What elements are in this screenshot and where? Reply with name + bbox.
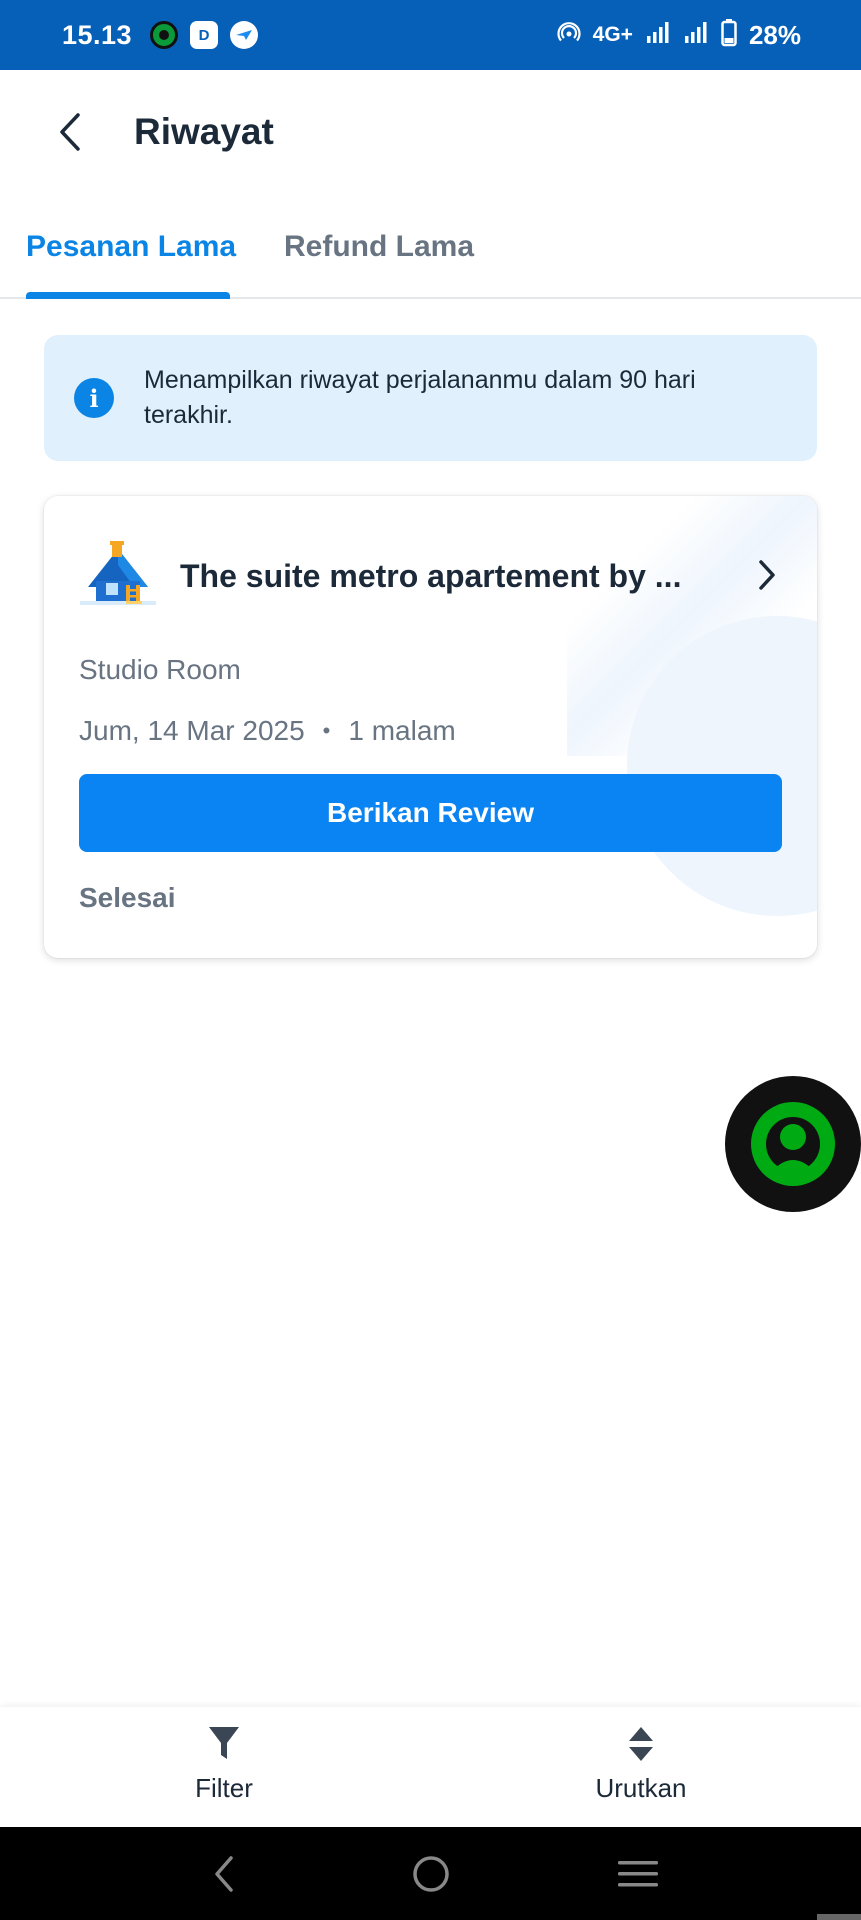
card-decoration-stripe [567, 496, 817, 756]
signal-icon [645, 21, 671, 50]
room-type: Studio Room [79, 654, 241, 685]
tab-refund-lama[interactable]: Refund Lama [284, 230, 474, 264]
home-circle-icon [412, 1855, 449, 1892]
booking-status: Selesai [79, 882, 176, 913]
filter-button[interactable]: Filter [134, 1725, 314, 1804]
hotel-name: The suite metro apartement by ... [180, 557, 682, 594]
hotspot-icon [557, 21, 581, 50]
chevron-right-icon[interactable] [756, 558, 778, 592]
tab-bar: Pesanan Lama Refund Lama [0, 210, 861, 299]
stay-date-row: Jum, 14 Mar 2025 • 1 malam [79, 715, 456, 747]
sort-button[interactable]: Urutkan [551, 1725, 731, 1804]
status-bar: 15.13 D 4G+ 28% [0, 0, 861, 70]
signal-icon-2 [683, 21, 709, 50]
gojek-icon [150, 21, 179, 49]
info-text: Menampilkan riwayat perjalananmu dalam 9… [144, 366, 696, 429]
system-nav-bar [0, 1827, 861, 1920]
gojek-icon [751, 1102, 835, 1186]
sort-label: Urutkan [595, 1773, 687, 1803]
app-header: Riwayat [0, 70, 861, 194]
filter-icon [209, 1727, 239, 1759]
booking-card[interactable]: The suite metro apartement by ... Studio… [44, 496, 817, 958]
dana-icon: D [190, 21, 219, 49]
page-title: Riwayat [134, 111, 274, 152]
chevron-left-icon [60, 113, 80, 151]
hotel-icon [80, 541, 156, 605]
status-time: 15.13 [62, 19, 133, 50]
status-left: 15.13 D [62, 19, 259, 51]
card-header[interactable]: The suite metro apartement by ... [78, 536, 798, 616]
chevron-left-icon [214, 1855, 233, 1892]
nav-corner-indicator [817, 1914, 861, 1920]
filter-label: Filter [195, 1773, 253, 1803]
network-type: 4G+ [592, 23, 633, 46]
sort-icon [629, 1727, 653, 1761]
info-banner: i Menampilkan riwayat perjalananmu dalam… [44, 335, 817, 461]
stay-duration: 1 malam [348, 715, 456, 746]
separator-dot: • [322, 718, 331, 743]
system-back-button[interactable] [189, 1839, 259, 1909]
traveloka-icon [230, 21, 259, 49]
battery-icon [721, 18, 737, 52]
system-recents-button[interactable] [603, 1839, 673, 1909]
check-in-date: Jum, 14 Mar 2025 [79, 715, 305, 746]
history-screen: 15.13 D 4G+ 28% Riwayat Pesanan Lama Ref… [0, 0, 861, 1920]
info-icon: i [74, 378, 114, 418]
menu-icon [617, 1860, 658, 1886]
gojek-floating-bubble[interactable] [725, 1076, 861, 1212]
bottom-action-bar: Filter Urutkan [0, 1707, 861, 1827]
system-home-button[interactable] [396, 1839, 466, 1909]
battery-percent: 28% [748, 19, 801, 50]
give-review-button[interactable]: Berikan Review [79, 774, 782, 852]
back-button[interactable] [30, 92, 110, 172]
status-right: 4G+ 28% [557, 18, 801, 52]
active-tab-indicator [26, 292, 230, 299]
tab-pesanan-lama[interactable]: Pesanan Lama [26, 230, 236, 264]
